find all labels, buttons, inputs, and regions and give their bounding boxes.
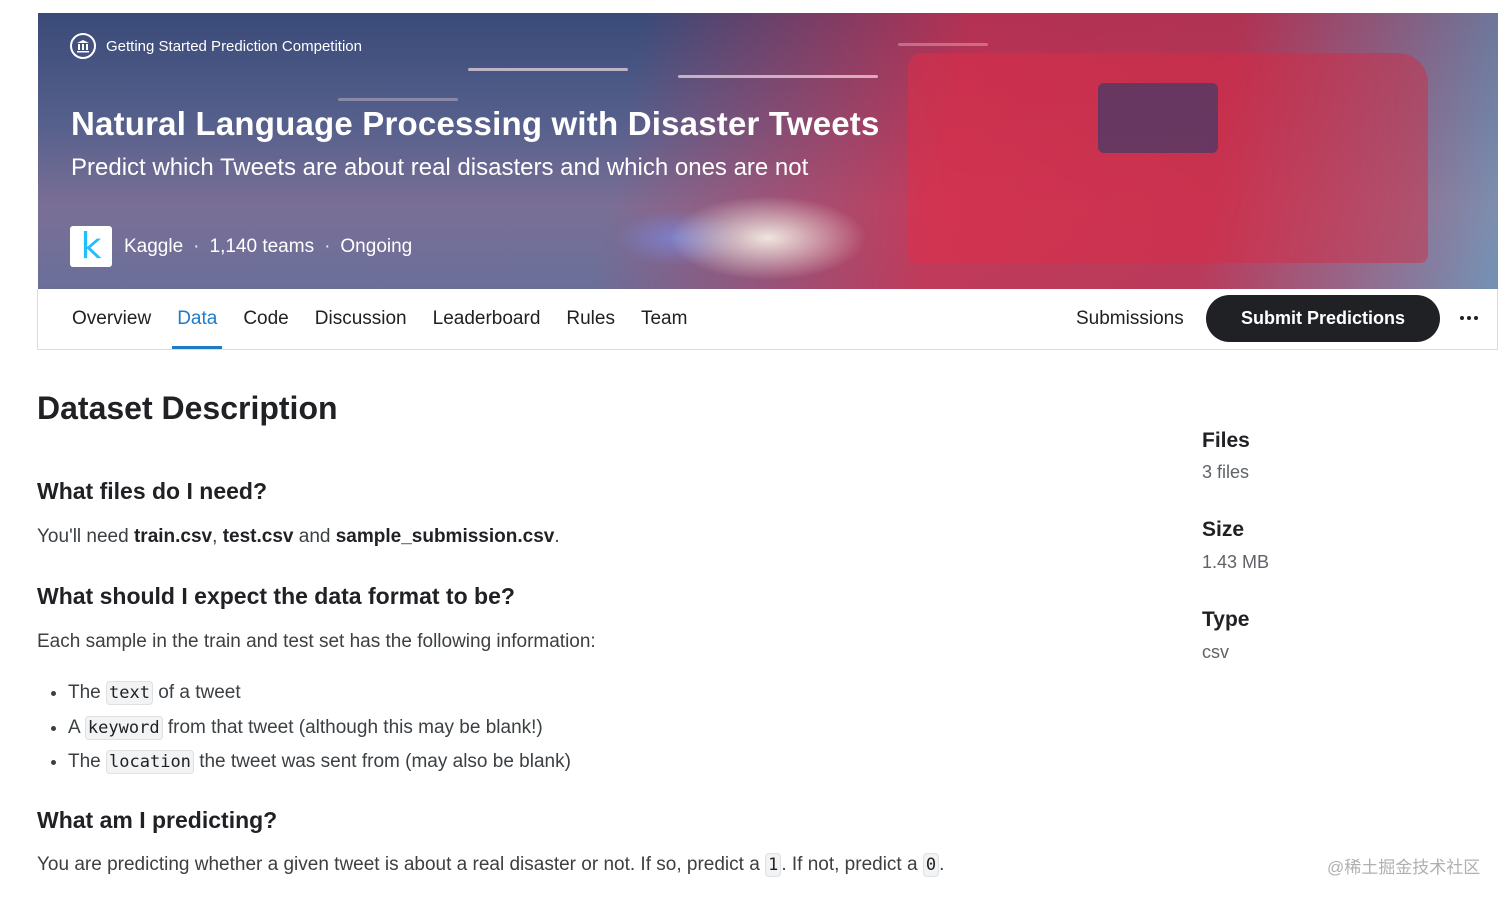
- size-value: 1.43 MB: [1202, 552, 1270, 572]
- tab-rules[interactable]: Rules: [566, 289, 615, 349]
- competition-nav: Overview Data Code Discussion Leaderboar…: [37, 289, 1498, 350]
- competition-meta: k Kaggle · 1,140 teams · Ongoing: [70, 226, 412, 267]
- banner-light-streak: [468, 68, 628, 71]
- file-test: test.csv: [222, 526, 294, 547]
- submit-predictions-button[interactable]: Submit Predictions: [1206, 295, 1440, 342]
- banner-light-streak: [678, 75, 878, 78]
- host-link[interactable]: Kaggle: [124, 236, 183, 258]
- file-train: train.csv: [133, 526, 213, 547]
- watermark: @稀土掘金技术社区: [1327, 858, 1481, 877]
- kaggle-logo-icon[interactable]: k: [70, 226, 112, 267]
- tab-overview[interactable]: Overview: [72, 289, 151, 349]
- tab-list: Overview Data Code Discussion Leaderboar…: [72, 289, 713, 349]
- code-one: 1: [765, 853, 782, 877]
- tab-code[interactable]: Code: [243, 289, 288, 349]
- type-value: csv: [1202, 642, 1229, 662]
- institution-icon: [70, 33, 96, 59]
- type-label: Type: [1202, 608, 1250, 631]
- code-keyword: keyword: [84, 715, 163, 740]
- files-paragraph: You'll need train.csv, test.csv and samp…: [37, 526, 560, 547]
- tab-team[interactable]: Team: [641, 289, 687, 349]
- competition-status: Ongoing: [340, 235, 413, 257]
- tab-discussion[interactable]: Discussion: [315, 289, 407, 349]
- files-value: 3 files: [1202, 462, 1250, 482]
- list-item: The text of a tweet: [68, 676, 571, 711]
- competition-title: Natural Language Processing with Disaste…: [71, 105, 880, 142]
- file-sample-submission: sample_submission.csv: [335, 526, 555, 547]
- code-zero: 0: [922, 853, 940, 877]
- info-list: The text of a tweet A keyword from that …: [37, 676, 571, 780]
- page-title: Dataset Description: [37, 390, 338, 426]
- list-item: The location the tweet was sent from (ma…: [68, 745, 571, 780]
- tab-data[interactable]: Data: [172, 289, 223, 349]
- banner-ambulance-window: [1098, 83, 1218, 153]
- predict-paragraph: You are predicting whether a given tweet…: [37, 853, 945, 877]
- banner-light-streak: [898, 43, 988, 46]
- meta-separator: ·: [324, 235, 331, 257]
- size-label: Size: [1202, 518, 1245, 541]
- competition-type: Getting Started Prediction Competition: [106, 37, 362, 55]
- section-heading-files: What files do I need?: [37, 478, 268, 504]
- submissions-link[interactable]: Submissions: [1076, 289, 1184, 349]
- competition-banner: Getting Started Prediction Competition N…: [38, 13, 1498, 289]
- format-paragraph: Each sample in the train and test set ha…: [37, 631, 596, 652]
- code-location: location: [106, 750, 194, 774]
- code-text: text: [106, 681, 153, 705]
- teams-count: 1,140 teams: [209, 235, 315, 257]
- list-item: A keyword from that tweet (although this…: [68, 711, 571, 746]
- section-heading-predicting: What am I predicting?: [37, 807, 278, 833]
- files-label: Files: [1202, 429, 1250, 452]
- banner-light-streak: [338, 98, 458, 101]
- competition-subtitle: Predict which Tweets are about real disa…: [71, 154, 809, 181]
- tab-leaderboard[interactable]: Leaderboard: [433, 289, 541, 349]
- more-options-icon[interactable]: [1456, 305, 1482, 331]
- section-heading-format: What should I expect the data format to …: [37, 583, 515, 609]
- competition-type-row: Getting Started Prediction Competition: [70, 33, 362, 59]
- meta-separator: ·: [193, 235, 200, 257]
